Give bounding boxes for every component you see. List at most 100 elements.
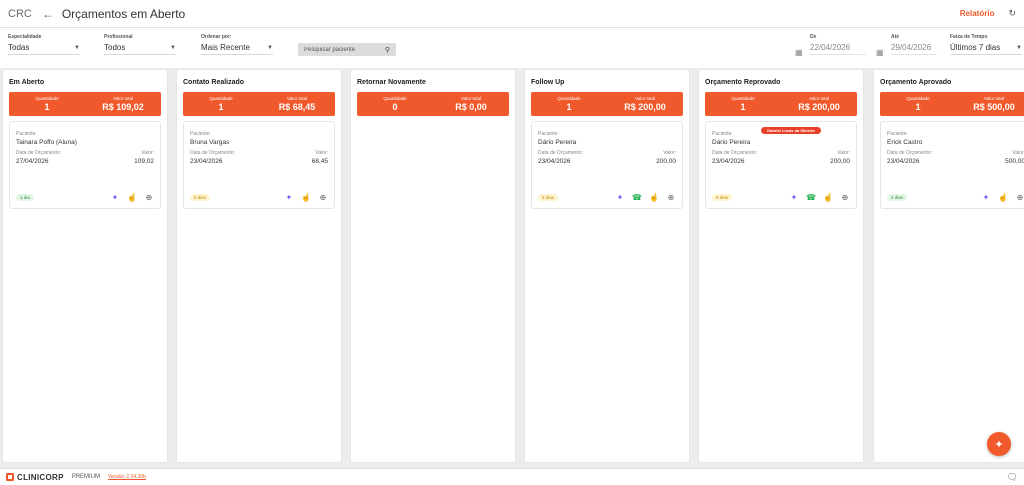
filter-label: Profissional xyxy=(104,34,133,40)
summary-label: Quantidade xyxy=(209,96,233,101)
budget-date: 23/04/2026 xyxy=(190,158,223,165)
filter-ordenar[interactable]: Ordenar por: Mais Recente ▼ xyxy=(201,34,273,55)
whatsapp-icon[interactable]: ☎ xyxy=(806,193,816,202)
sparkle-icon[interactable]: ✦ xyxy=(981,193,991,202)
patient-name: Dário Pereira xyxy=(712,139,751,146)
column-title: Orçamento Reprovado xyxy=(705,79,781,86)
caret-down-icon: ▼ xyxy=(170,44,176,51)
hand-pointer-icon[interactable]: ☝ xyxy=(649,193,659,202)
summary-value: R$ 500,00 xyxy=(973,102,1015,112)
patient-name: Dário Pereira xyxy=(538,139,577,146)
summary-label: Valor total xyxy=(809,96,829,101)
filter-ate[interactable]: Até 29/04/2026 xyxy=(891,34,937,55)
budget-value: 500,00 xyxy=(1005,158,1024,165)
back-arrow-icon[interactable]: ← xyxy=(42,7,54,21)
card-footer: 5 dias ✦ ☝ ⊕ xyxy=(190,193,328,202)
caret-down-icon: ▼ xyxy=(267,44,273,51)
search-box[interactable]: ⚲ xyxy=(298,43,396,56)
budget-card[interactable]: Gabriel Lucas da Silveira Paciente: Dári… xyxy=(705,121,857,209)
filter-label: Especialidade xyxy=(8,34,42,40)
budget-date: 23/04/2026 xyxy=(887,158,920,165)
sparkle-icon[interactable]: ✦ xyxy=(110,193,120,202)
select-especialidade[interactable]: Todas ▼ xyxy=(8,41,80,55)
hand-pointer-icon[interactable]: ☝ xyxy=(823,193,833,202)
budget-value: 109,02 xyxy=(134,158,154,165)
card-details: Data de Orçamento: 23/04/2026 Valor: 500… xyxy=(887,150,1024,166)
date-block: Data de Orçamento: 27/04/2026 xyxy=(16,150,61,166)
whatsapp-icon[interactable]: ☎ xyxy=(632,193,642,202)
filter-especialidade[interactable]: Especialidade Todas ▼ xyxy=(8,34,80,55)
summary-value: 0 xyxy=(392,102,398,112)
report-button[interactable]: Relatório xyxy=(960,9,995,18)
sparkle-icon[interactable]: ✦ xyxy=(615,193,625,202)
select-value: Todos xyxy=(104,43,126,52)
kanban-column: Follow Up Quantidade 1 Valor total R$ 20… xyxy=(525,70,689,462)
value-label: Valor: xyxy=(1012,150,1024,156)
version-link[interactable]: Versão: 2.34.30b xyxy=(108,474,146,480)
search-icon[interactable]: ⚲ xyxy=(385,46,390,54)
budget-card[interactable]: Paciente: Bruna Vargas Data de Orçamento… xyxy=(183,121,335,209)
summary-label: Valor total xyxy=(461,96,481,101)
hand-pointer-icon[interactable]: ☝ xyxy=(301,193,311,202)
plus-circle-icon[interactable]: ⊕ xyxy=(840,193,850,202)
calendar-icon[interactable]: ▦ xyxy=(795,48,803,57)
summary-label: Quantidade xyxy=(906,96,930,101)
chat-icon[interactable]: 🗨 xyxy=(1007,472,1018,483)
card-details: Data de Orçamento: 27/04/2026 Valor: 109… xyxy=(16,150,154,166)
days-badge: 1 dia xyxy=(16,194,34,201)
date-ate-input[interactable]: 29/04/2026 xyxy=(891,41,937,55)
search-input[interactable] xyxy=(304,46,374,53)
budget-value: 68,45 xyxy=(311,158,328,165)
column-title: Orçamento Aprovado xyxy=(880,79,952,86)
hand-pointer-icon[interactable]: ☝ xyxy=(998,193,1008,202)
filter-de[interactable]: De 22/04/2026 xyxy=(810,34,866,55)
plus-circle-icon[interactable]: ⊕ xyxy=(1015,193,1024,202)
select-profissional[interactable]: Todos ▼ xyxy=(104,41,176,55)
date-de-input[interactable]: 22/04/2026 xyxy=(810,41,866,55)
days-badge: 5 dias xyxy=(538,194,559,201)
summary-label: Valor total xyxy=(635,96,655,101)
value-block: Valor: 68,45 xyxy=(312,150,328,166)
summary-total: Valor total R$ 500,00 xyxy=(956,92,1024,116)
summary-label: Valor total xyxy=(287,96,307,101)
value-block: Valor: 200,00 xyxy=(830,150,850,166)
plus-circle-icon[interactable]: ⊕ xyxy=(144,193,154,202)
value-block: Valor: 109,02 xyxy=(134,150,154,166)
summary-label: Quantidade xyxy=(557,96,581,101)
summary-value: 1 xyxy=(218,102,224,112)
column-title: Follow Up xyxy=(531,79,565,86)
patient-label: Paciente: xyxy=(538,131,559,137)
summary-value: 1 xyxy=(915,102,921,112)
patient-label: Paciente: xyxy=(190,131,211,137)
sparkle-icon[interactable]: ✦ xyxy=(789,193,799,202)
calendar-icon[interactable]: ▦ xyxy=(876,48,884,57)
filter-label: Faixa de Tempo xyxy=(950,34,988,40)
filter-faixa[interactable]: Faixa de Tempo Últimos 7 dias ▼ xyxy=(950,34,1022,55)
summary-label: Valor total xyxy=(113,96,133,101)
plan-label: PREMIUM xyxy=(71,474,101,480)
summary-total: Valor total R$ 0,00 xyxy=(433,92,509,116)
hand-pointer-icon[interactable]: ☝ xyxy=(127,193,137,202)
value-label: Valor: xyxy=(315,150,328,156)
date-label: Data de Orçamento: xyxy=(538,150,584,156)
card-footer: 2 dias ✦ ☝ ⊕ xyxy=(887,193,1024,202)
budget-card[interactable]: Paciente: Erick Castro Data de Orçamento… xyxy=(880,121,1024,209)
select-faixa[interactable]: Últimos 7 dias ▼ xyxy=(950,41,1022,55)
plus-circle-icon[interactable]: ⊕ xyxy=(318,193,328,202)
value-label: Valor: xyxy=(141,150,154,156)
budget-card[interactable]: Paciente: Tainara Poffo (Aluna) Data de … xyxy=(9,121,161,209)
sparkle-icon[interactable]: ✦ xyxy=(284,193,294,202)
column-summary: Quantidade 0 Valor total R$ 0,00 xyxy=(357,92,509,116)
budget-card[interactable]: Paciente: Dário Pereira Data de Orçament… xyxy=(531,121,683,209)
value-block: Valor: 500,00 xyxy=(1005,150,1024,166)
refresh-icon[interactable]: ↻ xyxy=(1008,8,1016,19)
filter-profissional[interactable]: Profissional Todos ▼ xyxy=(104,34,176,55)
card-footer: 5 dias ✦ ☎ ☝ ⊕ xyxy=(538,193,676,202)
plus-circle-icon[interactable]: ⊕ xyxy=(666,193,676,202)
ai-assistant-fab-button[interactable]: ✦ xyxy=(987,432,1011,456)
summary-quantity: Quantidade 1 xyxy=(183,92,259,116)
filter-label: Ordenar por: xyxy=(201,34,232,40)
summary-value: 1 xyxy=(740,102,746,112)
summary-quantity: Quantidade 1 xyxy=(880,92,956,116)
select-ordenar[interactable]: Mais Recente ▼ xyxy=(201,41,273,55)
